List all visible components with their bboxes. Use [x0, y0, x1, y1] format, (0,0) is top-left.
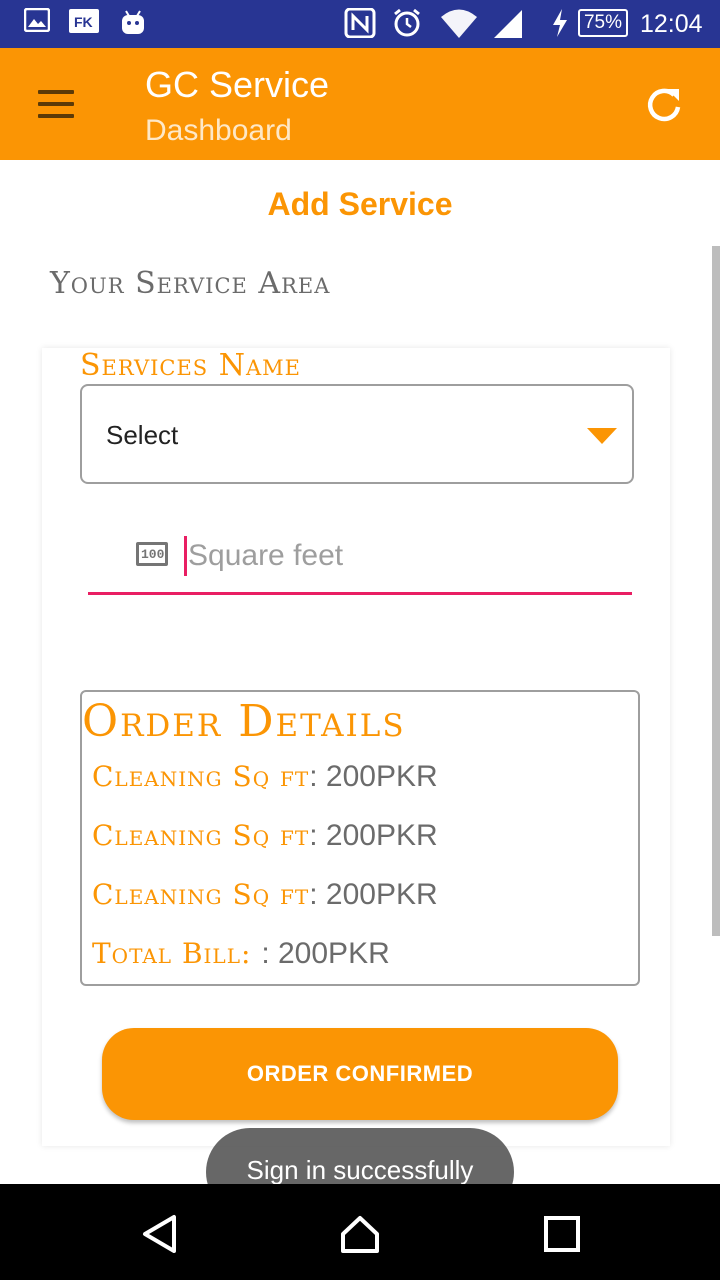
svg-text:FK: FK	[74, 14, 93, 30]
navigation-bar	[0, 1184, 720, 1280]
app-subtitle: Dashboard	[145, 114, 292, 147]
services-name-label: Services Name	[80, 348, 301, 383]
app-screen: FK 75% 12:04 GC Service Dashboard Add Se…	[0, 0, 720, 1280]
signal-icon	[494, 10, 522, 38]
hamburger-menu-icon[interactable]	[26, 78, 86, 130]
wifi-icon	[441, 9, 477, 38]
charging-icon	[553, 9, 567, 37]
select-value: Select	[106, 420, 179, 450]
app-bar: GC Service Dashboard	[0, 48, 720, 160]
ruler-icon: 100	[136, 542, 168, 566]
dropdown-arrow-icon	[587, 428, 617, 444]
android-icon	[122, 10, 144, 34]
clock: 12:04	[640, 10, 703, 38]
alarm-icon	[394, 8, 420, 37]
back-triangle-icon[interactable]	[140, 1214, 180, 1254]
input-underline	[88, 592, 632, 595]
total-bill-line: Total Bill: : 200PKR	[92, 937, 390, 970]
content-area: Add Service Your Service Area Services N…	[0, 160, 720, 1216]
order-line: Cleaning Sq ft: 200PKR	[92, 878, 438, 911]
order-details-box: Order Details Cleaning Sq ft: 200PKR Cle…	[80, 690, 640, 986]
order-details-title: Order Details	[82, 696, 406, 747]
order-line: Cleaning Sq ft: 200PKR	[92, 819, 438, 852]
gallery-icon	[24, 8, 50, 32]
text-cursor	[184, 536, 187, 576]
order-confirmed-button[interactable]: ORDER CONFIRMED	[102, 1028, 618, 1120]
scrollbar[interactable]	[712, 246, 720, 936]
services-select[interactable]: Select	[80, 384, 634, 484]
section-label: Your Service Area	[50, 266, 331, 301]
service-card: Services Name Select 100 Order Details C…	[42, 348, 670, 1146]
fk-icon: FK	[69, 9, 99, 33]
battery-level: 75%	[578, 9, 628, 37]
nfc-icon	[344, 8, 376, 38]
refresh-icon[interactable]	[640, 81, 688, 129]
order-line: Cleaning Sq ft: 200PKR	[92, 760, 438, 793]
status-bar: FK 75% 12:04	[0, 0, 720, 48]
recents-square-icon[interactable]	[542, 1214, 582, 1254]
app-title: GC Service	[145, 64, 330, 105]
home-icon[interactable]	[340, 1214, 380, 1254]
square-feet-input[interactable]	[188, 534, 618, 578]
page-heading: Add Service	[267, 186, 453, 222]
